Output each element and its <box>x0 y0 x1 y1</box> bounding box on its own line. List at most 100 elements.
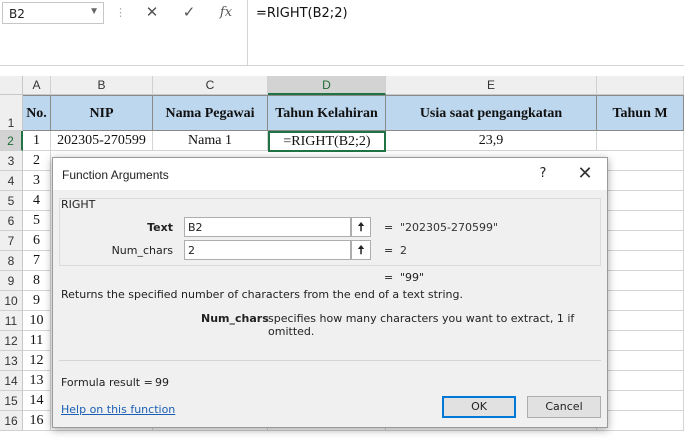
dialog-separator <box>59 360 601 361</box>
cell-a14[interactable]: 13 <box>23 371 51 391</box>
formula-input[interactable]: =RIGHT(B2;2) <box>256 6 348 21</box>
cell-a10[interactable]: 9 <box>23 291 51 311</box>
text-arg-input[interactable]: B2 <box>184 217 351 237</box>
function-result-equals: = <box>384 271 394 284</box>
header-nama-pegawai[interactable]: Nama Pegawai <box>153 95 268 131</box>
num-chars-arg-input[interactable]: 2 <box>184 240 351 260</box>
cell-f15[interactable] <box>597 391 684 411</box>
column-header-b[interactable]: B <box>51 76 153 95</box>
row-header-12[interactable]: 12 <box>0 331 23 351</box>
cell-a5[interactable]: 4 <box>23 191 51 211</box>
close-icon[interactable]: ✕ <box>137 2 167 24</box>
cell-f5[interactable] <box>597 191 684 211</box>
cell-a7[interactable]: 6 <box>23 231 51 251</box>
function-name: RIGHT <box>61 198 96 211</box>
cell-f13[interactable] <box>597 351 684 371</box>
column-header-a[interactable]: A <box>23 76 51 95</box>
dialog-title: Function Arguments <box>62 168 169 182</box>
cell-a13[interactable]: 12 <box>23 351 51 371</box>
cell-f12[interactable] <box>597 331 684 351</box>
row-header-13[interactable]: 13 <box>0 351 23 371</box>
row-header-4[interactable]: 4 <box>0 171 23 191</box>
function-description: Returns the specified number of characte… <box>61 288 463 301</box>
cell-f9[interactable] <box>597 271 684 291</box>
function-arguments-dialog: Function Arguments ? ✕ RIGHT Text B2 🠅 =… <box>52 157 608 428</box>
cell-f6[interactable] <box>597 211 684 231</box>
row-header-15[interactable]: 15 <box>0 391 23 411</box>
header-no[interactable]: No. <box>23 95 51 131</box>
cell-a12[interactable]: 11 <box>23 331 51 351</box>
arg-label-text: Text <box>147 221 173 234</box>
row-header-10[interactable]: 10 <box>0 291 23 311</box>
cell-a4[interactable]: 3 <box>23 171 51 191</box>
cell-f10[interactable] <box>597 291 684 311</box>
function-result-value: "99" <box>400 271 425 284</box>
header-tahun-m[interactable]: Tahun M <box>597 95 684 131</box>
formula-result-label: Formula result = <box>61 376 153 389</box>
cell-d2-active[interactable]: =RIGHT(B2;2) <box>268 131 386 152</box>
cell-e2[interactable]: 23,9 <box>386 131 597 151</box>
fx-icon[interactable]: fx <box>211 2 241 24</box>
header-tahun-kelahiran[interactable]: Tahun Kelahiran <box>268 95 386 131</box>
row-header-9[interactable]: 9 <box>0 271 23 291</box>
cell-f2[interactable] <box>597 131 684 151</box>
cell-f14[interactable] <box>597 371 684 391</box>
range-select-icon[interactable]: 🠅 <box>351 217 371 237</box>
check-icon[interactable]: ✓ <box>174 2 204 24</box>
header-usia[interactable]: Usia saat pengangkatan <box>386 95 597 131</box>
column-header-e[interactable]: E <box>386 76 597 95</box>
row-header-7[interactable]: 7 <box>0 231 23 251</box>
chevron-down-icon[interactable]: ▼ <box>89 6 99 17</box>
cell-a15[interactable]: 14 <box>23 391 51 411</box>
cancel-button[interactable]: Cancel <box>527 396 601 418</box>
cell-a16[interactable]: 16 <box>23 411 51 431</box>
row-header-6[interactable]: 6 <box>0 211 23 231</box>
cell-f4[interactable] <box>597 171 684 191</box>
column-header-d[interactable]: D <box>268 76 386 95</box>
grip-icon: ⋮ <box>115 7 127 19</box>
select-all-corner[interactable] <box>0 76 23 95</box>
row-header-3[interactable]: 3 <box>0 151 23 171</box>
row-header-1[interactable]: 1 <box>0 95 23 131</box>
row-header-8[interactable]: 8 <box>0 251 23 271</box>
row-header-11[interactable]: 11 <box>0 311 23 331</box>
formula-bar: B2 ▼ ⋮ ✕ ✓ fx =RIGHT(B2;2) <box>0 0 684 66</box>
cell-f16[interactable] <box>597 411 684 431</box>
name-box-value: B2 <box>9 7 25 21</box>
cell-a11[interactable]: 10 <box>23 311 51 331</box>
arg-description-name: Num_chars <box>201 312 269 325</box>
cell-f3[interactable] <box>597 151 684 171</box>
close-icon[interactable]: ✕ <box>573 164 597 184</box>
arg-label-num-chars: Num_chars <box>111 244 173 257</box>
ok-button[interactable]: OK <box>442 396 516 418</box>
cell-c2[interactable]: Nama 1 <box>153 131 268 151</box>
column-header-c[interactable]: C <box>153 76 268 95</box>
cell-a2[interactable]: 1 <box>23 131 51 151</box>
arg-equals-1: = <box>384 221 394 234</box>
name-box[interactable]: B2 ▼ <box>2 2 104 24</box>
cell-f7[interactable] <box>597 231 684 251</box>
arg-equals-2: = <box>384 244 394 257</box>
header-nip[interactable]: NIP <box>51 95 153 131</box>
help-icon[interactable]: ? <box>533 164 553 184</box>
formula-bar-divider <box>247 0 248 66</box>
range-select-icon[interactable]: 🠅 <box>351 240 371 260</box>
help-on-function-link[interactable]: Help on this function <box>61 403 175 416</box>
cell-a3[interactable]: 2 <box>23 151 51 171</box>
row-header-5[interactable]: 5 <box>0 191 23 211</box>
column-header-f[interactable] <box>597 76 684 95</box>
dialog-titlebar[interactable]: Function Arguments ? ✕ <box>53 158 607 190</box>
cell-b2[interactable]: 202305-270599 <box>51 131 153 151</box>
row-header-2[interactable]: 2 <box>0 131 23 151</box>
formula-result-value: 99 <box>155 376 169 389</box>
row-header-16[interactable]: 16 <box>0 411 23 431</box>
cell-a8[interactable]: 7 <box>23 251 51 271</box>
arg-result-num-chars: 2 <box>400 244 407 257</box>
arg-description-text: specifies how many characters you want t… <box>268 312 575 338</box>
cell-f8[interactable] <box>597 251 684 271</box>
arg-result-text: "202305-270599" <box>400 221 499 234</box>
cell-f11[interactable] <box>597 311 684 331</box>
cell-a9[interactable]: 8 <box>23 271 51 291</box>
row-header-14[interactable]: 14 <box>0 371 23 391</box>
cell-a6[interactable]: 5 <box>23 211 51 231</box>
